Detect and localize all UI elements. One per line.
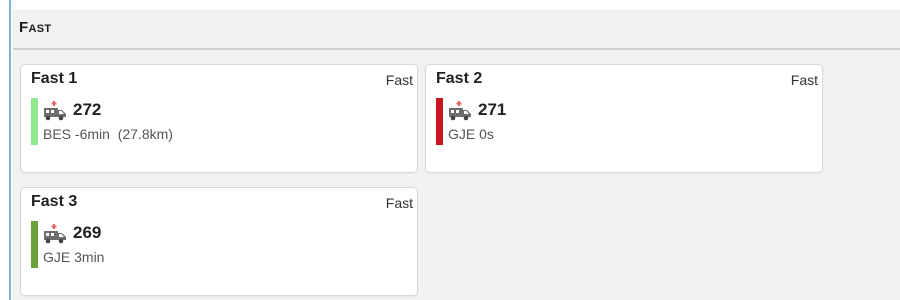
unit-eta: BES -6min (27.8km) — [43, 126, 173, 142]
card-title: Fast 3 — [31, 193, 78, 210]
card-type-label: Fast — [385, 195, 413, 211]
group-title: Fast — [19, 19, 52, 36]
ambulance-icon — [44, 224, 66, 244]
card-title: Fast 2 — [436, 70, 483, 87]
status-bar — [31, 98, 38, 145]
unit-card-fast-2[interactable]: Fast 2 Fast 271 GJE 0s — [425, 64, 823, 173]
card-type-label: Fast — [790, 72, 818, 88]
status-bar — [436, 98, 443, 145]
card-type-label: Fast — [385, 72, 413, 88]
card-title: Fast 1 — [31, 70, 78, 87]
left-accent-rule — [9, 0, 11, 300]
unit-id: 271 — [478, 100, 507, 119]
ambulance-icon — [449, 101, 471, 121]
unit-id: 272 — [73, 100, 102, 119]
unit-eta: GJE 0s — [448, 126, 494, 142]
status-bar — [31, 221, 38, 268]
unit-id: 269 — [73, 223, 102, 242]
ambulance-icon — [44, 101, 66, 121]
unit-eta: GJE 3min — [43, 249, 105, 265]
group-header[interactable]: Fast — [13, 10, 900, 50]
unit-card-fast-1[interactable]: Fast 1 Fast 272 BES -6min (27.8km) — [20, 64, 418, 173]
unit-card-fast-3[interactable]: Fast 3 Fast 269 GJE 3min — [20, 187, 418, 296]
fast-group-panel: Fast Fast 1 Fast 272 BES -6min (27.8km) … — [13, 10, 900, 300]
